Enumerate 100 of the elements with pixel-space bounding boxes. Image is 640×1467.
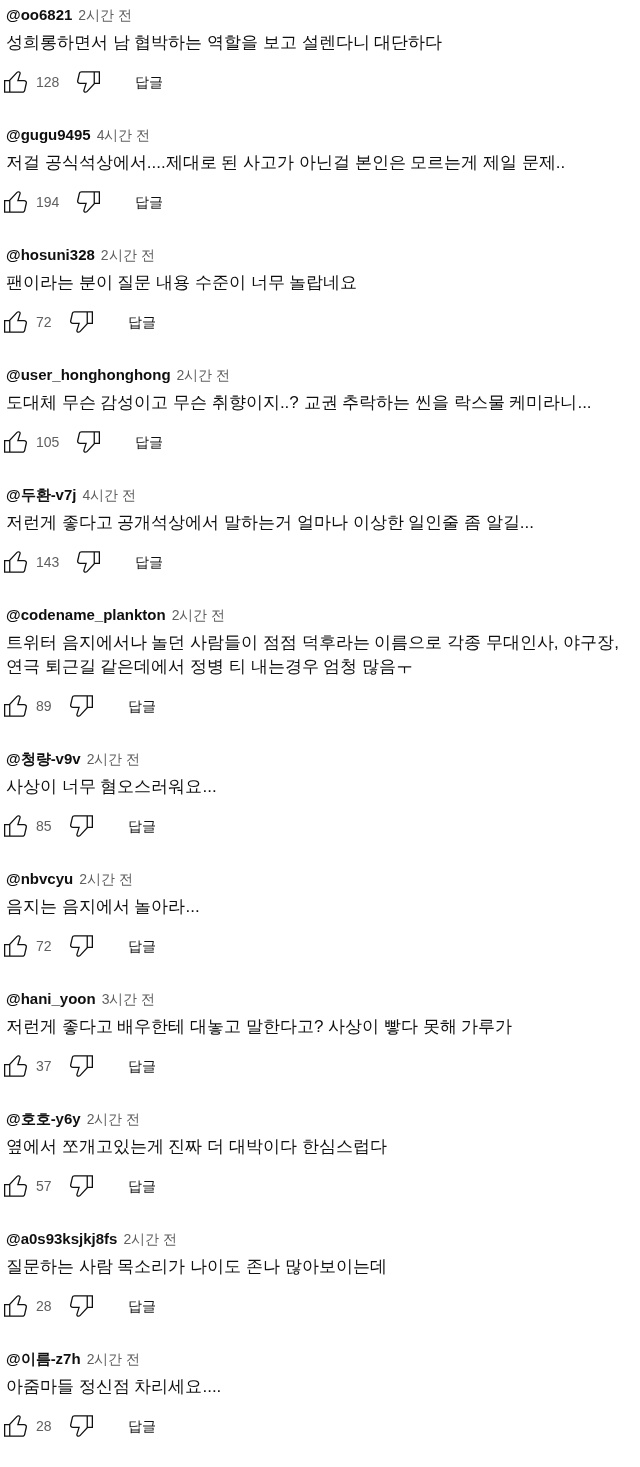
comment-text: 저걸 공식석상에서....제대로 된 사고가 아닌걸 본인은 모르는게 제일 문제.. — [6, 152, 567, 174]
like-button[interactable] — [4, 551, 27, 573]
reply-button[interactable]: 답글 — [127, 1296, 156, 1316]
reply-button[interactable]: 답글 — [135, 552, 164, 572]
like-button[interactable] — [4, 311, 27, 333]
comment-text: 도대체 무슨 감성이고 무슨 취향이지..? 교권 추락하는 씬을 락스물 케미라니... — [6, 392, 593, 414]
thumbs-down-icon — [69, 1295, 93, 1317]
like-count: 72 — [36, 937, 52, 956]
like-count: 143 — [36, 553, 60, 572]
reply-button[interactable]: 답글 — [127, 1416, 156, 1436]
thumbs-down-icon — [69, 1175, 93, 1197]
dislike-button[interactable] — [69, 1295, 93, 1317]
dislike-button[interactable] — [69, 695, 93, 717]
like-button[interactable] — [4, 431, 27, 453]
like-count: 105 — [36, 433, 60, 452]
comment-text: 저런게 좋다고 배우한테 대놓고 말한다고? 사상이 빻다 못해 가루가 — [6, 1016, 514, 1038]
comment-text: 옆에서 쪼개고있는게 진짜 더 대박이다 한심스럽다 — [6, 1136, 388, 1158]
reply-button[interactable]: 답글 — [127, 312, 156, 332]
author-name[interactable]: @a0s93ksjkj8fs — [6, 1229, 118, 1249]
comment-time: 4시간 전 — [82, 486, 137, 505]
reply-button[interactable]: 답글 — [135, 72, 164, 92]
thumbs-up-icon — [4, 431, 27, 453]
dislike-button[interactable] — [69, 311, 93, 333]
comment-text: 아줌마들 정신점 차리세요.... — [6, 1376, 223, 1398]
reply-button[interactable]: 답글 — [135, 432, 164, 452]
thumbs-down-icon — [69, 815, 93, 837]
thumbs-up-icon — [4, 1295, 27, 1317]
dislike-button[interactable] — [69, 935, 93, 957]
like-count: 89 — [36, 697, 52, 716]
thumbs-up-icon — [4, 815, 27, 837]
thumbs-down-icon — [69, 695, 93, 717]
dislike-button[interactable] — [69, 1415, 93, 1437]
dislike-button[interactable] — [77, 431, 101, 453]
comment-time: 3시간 전 — [101, 990, 156, 1009]
like-count: 72 — [36, 313, 52, 332]
reply-button[interactable]: 답글 — [127, 696, 156, 716]
comment-text: 팬이라는 분이 질문 내용 수준이 너무 놀랍네요 — [6, 272, 359, 294]
like-button[interactable] — [4, 1055, 27, 1077]
thumbs-up-icon — [4, 71, 27, 93]
thumbs-down-icon — [77, 191, 101, 213]
dislike-button[interactable] — [69, 1175, 93, 1197]
comment-text: 저런게 좋다고 공개석상에서 말하는거 얼마나 이상한 일인줄 좀 알길... — [6, 512, 535, 534]
comment-time: 2시간 전 — [171, 606, 226, 625]
thumbs-down-icon — [69, 1055, 93, 1077]
comment-text: 음지는 음지에서 놀아라... — [6, 896, 201, 918]
like-button[interactable] — [4, 695, 27, 717]
author-name[interactable]: @호호-y6y — [6, 1109, 81, 1129]
like-count: 128 — [36, 73, 60, 92]
dislike-button[interactable] — [77, 551, 101, 573]
reply-button[interactable]: 답글 — [127, 816, 156, 836]
thumbs-up-icon — [4, 1055, 27, 1077]
thumbs-up-icon — [4, 935, 27, 957]
like-button[interactable] — [4, 71, 27, 93]
thumbs-down-icon — [69, 311, 93, 333]
thumbs-up-icon — [4, 1415, 27, 1437]
dislike-button[interactable] — [69, 1055, 93, 1077]
reply-button[interactable]: 답글 — [127, 936, 156, 956]
like-button[interactable] — [4, 935, 27, 957]
thumbs-up-icon — [4, 551, 27, 573]
author-name[interactable]: @hosuni328 — [6, 245, 95, 265]
reply-button[interactable]: 답글 — [127, 1056, 156, 1076]
author-name[interactable]: @이름-z7h — [6, 1349, 81, 1369]
like-count: 28 — [36, 1297, 52, 1316]
like-button[interactable] — [4, 815, 27, 837]
dislike-button[interactable] — [69, 815, 93, 837]
comment-time: 4시간 전 — [96, 126, 151, 145]
author-name[interactable]: @user_honghonghong — [6, 365, 171, 385]
author-name[interactable]: @두환-v7j — [6, 485, 77, 505]
like-count: 194 — [36, 193, 60, 212]
like-button[interactable] — [4, 1295, 27, 1317]
author-name[interactable]: @청량-v9v — [6, 749, 81, 769]
like-button[interactable] — [4, 191, 27, 213]
reply-button[interactable]: 답글 — [127, 1176, 156, 1196]
like-count: 57 — [36, 1177, 52, 1196]
reply-button[interactable]: 답글 — [135, 192, 164, 212]
comment-time: 2시간 전 — [100, 246, 155, 265]
author-name[interactable]: @gugu9495 — [6, 125, 91, 145]
author-name[interactable]: @hani_yoon — [6, 989, 96, 1009]
comment-time: 2시간 전 — [86, 750, 141, 769]
thumbs-up-icon — [4, 1175, 27, 1197]
like-button[interactable] — [4, 1415, 27, 1437]
like-button[interactable] — [4, 1175, 27, 1197]
like-count: 37 — [36, 1057, 52, 1076]
thumbs-down-icon — [69, 1415, 93, 1437]
thumbs-down-icon — [77, 551, 101, 573]
dislike-button[interactable] — [77, 71, 101, 93]
like-count: 28 — [36, 1417, 52, 1436]
thumbs-up-icon — [4, 695, 27, 717]
thumbs-down-icon — [77, 71, 101, 93]
comment-text: 질문하는 사람 목소리가 나이도 존나 많아보이는데 — [6, 1256, 388, 1278]
comment-time: 2시간 전 — [86, 1110, 141, 1129]
author-name[interactable]: @codename_plankton — [6, 605, 166, 625]
author-name[interactable]: @oo6821 — [6, 5, 73, 25]
comment-time: 2시간 전 — [86, 1350, 141, 1369]
dislike-button[interactable] — [77, 191, 101, 213]
author-name[interactable]: @nbvcyu — [6, 869, 74, 889]
comment-text: 사상이 너무 혐오스러워요... — [6, 776, 218, 798]
thumbs-up-icon — [4, 311, 27, 333]
comment-time: 2시간 전 — [78, 6, 132, 25]
like-count: 85 — [36, 817, 52, 836]
